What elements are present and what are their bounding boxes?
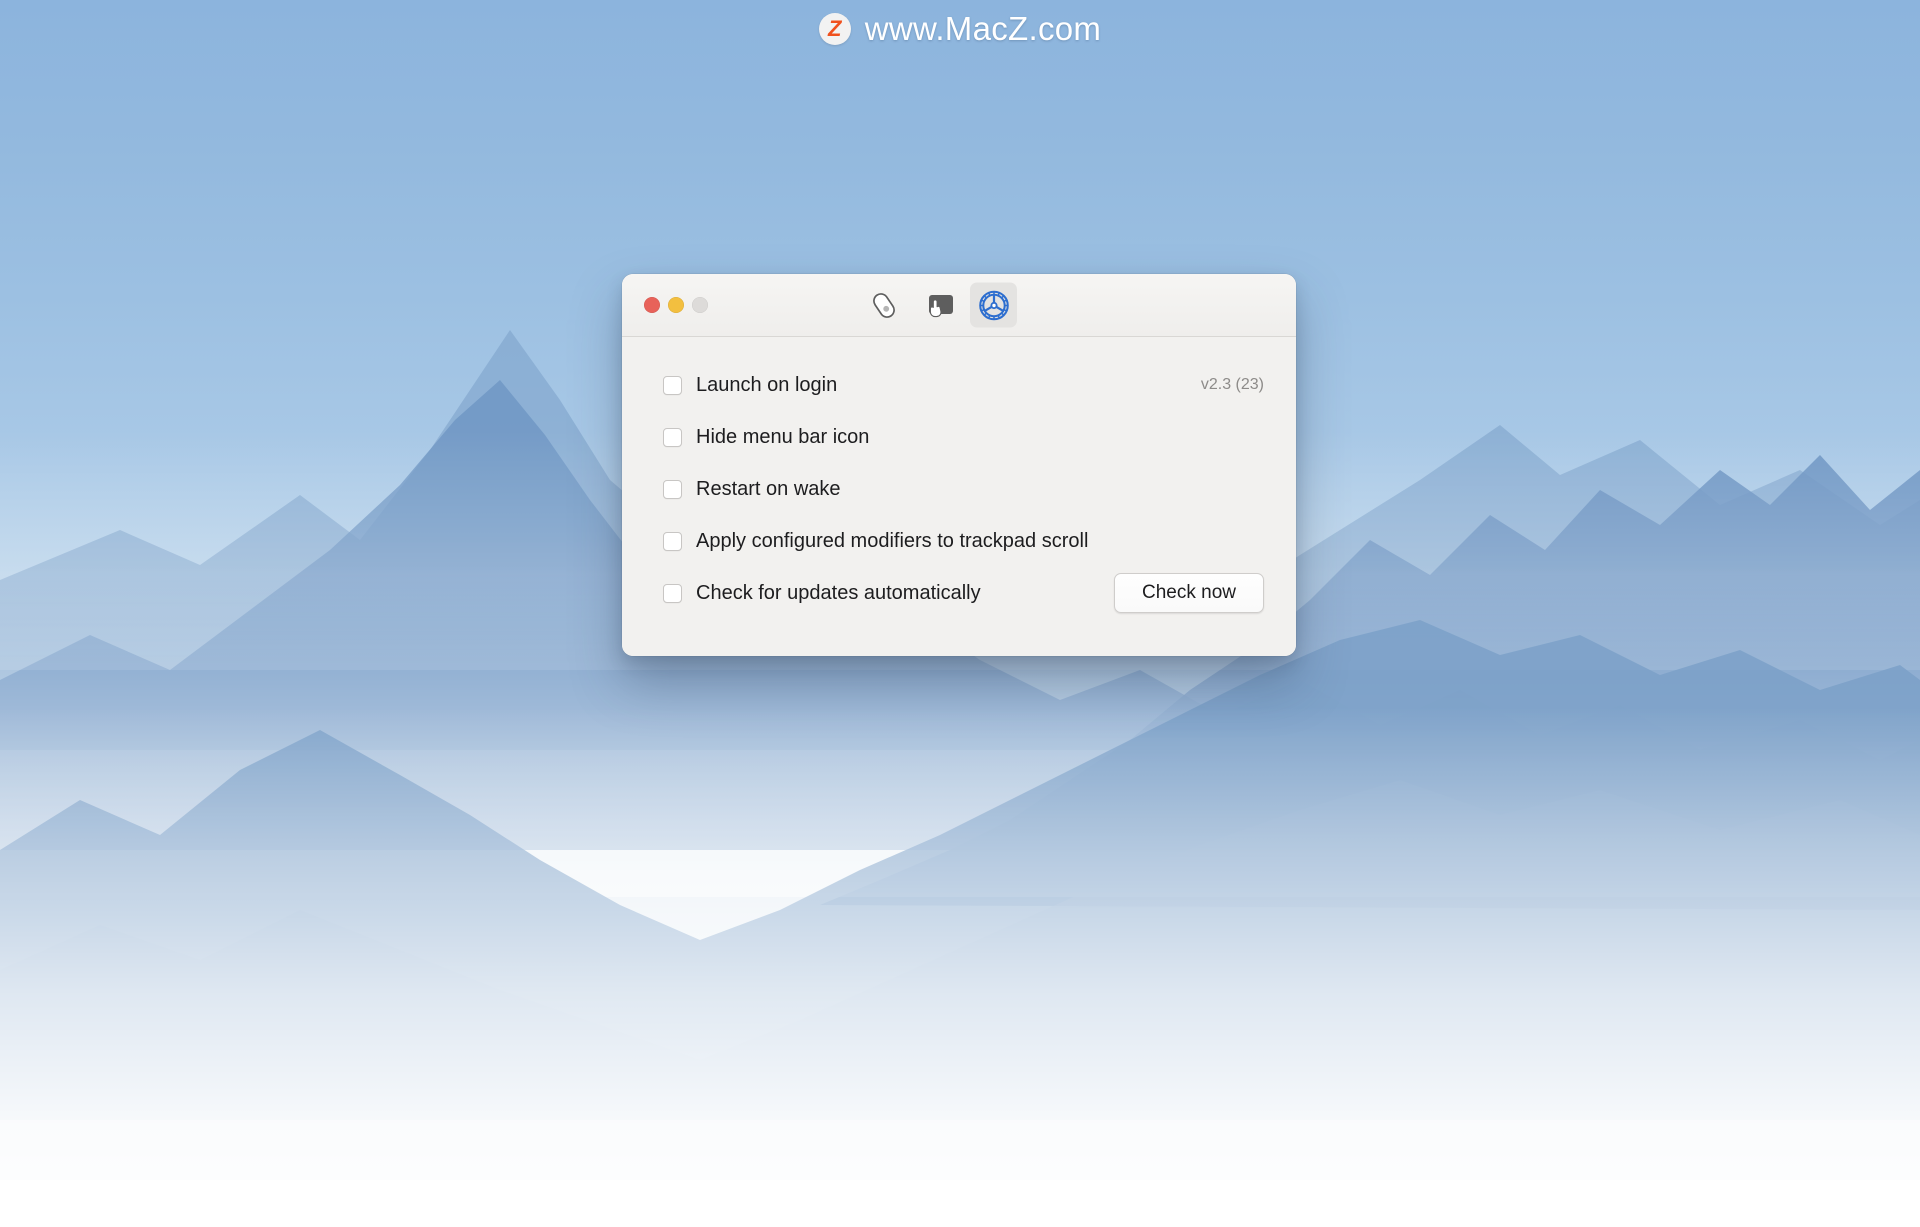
- watermark: Z www.MacZ.com: [0, 3, 1920, 55]
- tab-settings[interactable]: [970, 282, 1017, 328]
- checkbox-restart-on-wake[interactable]: [663, 479, 682, 499]
- setting-label-hide-menu-bar-icon: Hide menu bar icon: [696, 426, 870, 448]
- setting-row-restart-on-wake[interactable]: Restart on wake: [622, 463, 1296, 515]
- gear-icon: [978, 290, 1009, 320]
- setting-label-launch-on-login: Launch on login: [696, 374, 838, 396]
- checkbox-apply-modifiers-trackpad-scroll[interactable]: [663, 531, 682, 551]
- settings-content: Launch on login v2.3 (23) Hide menu bar …: [622, 337, 1296, 656]
- setting-row-apply-modifiers-trackpad-scroll[interactable]: Apply configured modifiers to trackpad s…: [622, 515, 1296, 567]
- setting-label-apply-modifiers-trackpad-scroll: Apply configured modifiers to trackpad s…: [696, 530, 1089, 552]
- mountain-layer-front: [0, 780, 1920, 1180]
- window-titlebar[interactable]: [622, 274, 1296, 337]
- mouse-icon: [872, 292, 895, 318]
- watermark-text: www.MacZ.com: [864, 10, 1102, 47]
- setting-label-check-for-updates: Check for updates automatically: [696, 582, 981, 604]
- tab-mouse[interactable]: [860, 283, 907, 328]
- checkbox-launch-on-login[interactable]: [663, 375, 682, 395]
- setting-row-launch-on-login[interactable]: Launch on login v2.3 (23): [622, 359, 1296, 411]
- close-button[interactable]: [644, 297, 660, 313]
- setting-row-check-for-updates[interactable]: Check for updates automatically Check no…: [622, 567, 1296, 619]
- minimize-button[interactable]: [668, 297, 684, 313]
- desktop-wallpaper: Z www.MacZ.com Launch on login v2.3 (23)…: [0, 0, 1920, 1227]
- preferences-window: Launch on login v2.3 (23) Hide menu bar …: [622, 274, 1296, 656]
- setting-row-hide-menu-bar-icon[interactable]: Hide menu bar icon: [622, 411, 1296, 463]
- check-now-button[interactable]: Check now: [1114, 573, 1264, 613]
- version-label: v2.3 (23): [1200, 376, 1264, 393]
- setting-label-restart-on-wake: Restart on wake: [696, 478, 841, 500]
- toolbar: [860, 282, 1017, 328]
- checkbox-check-for-updates[interactable]: [663, 583, 682, 603]
- trackpad-icon: [928, 294, 953, 317]
- tab-trackpad[interactable]: [915, 283, 962, 328]
- checkbox-hide-menu-bar-icon[interactable]: [663, 427, 682, 447]
- maczeta-logo-icon: Z: [818, 13, 851, 45]
- zoom-button[interactable]: [692, 297, 708, 313]
- traffic-light-buttons: [644, 297, 708, 313]
